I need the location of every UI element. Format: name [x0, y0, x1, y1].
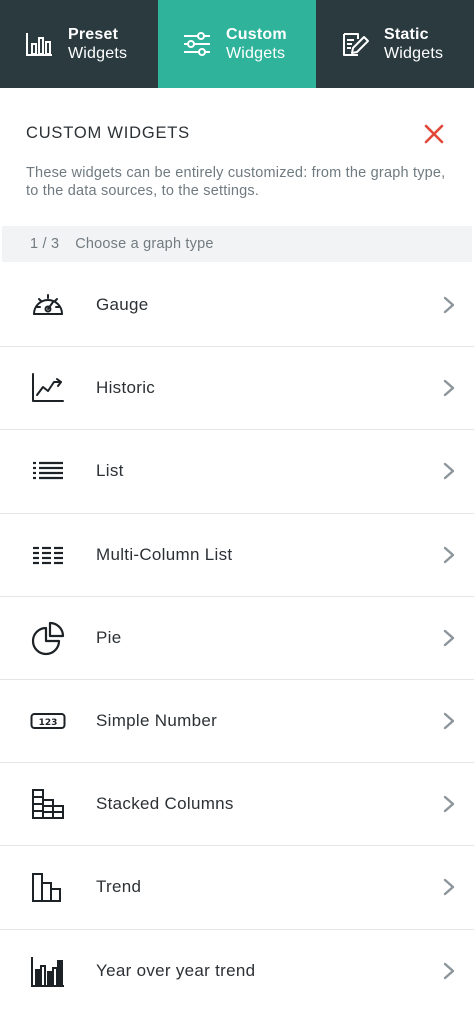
- graph-type-year-over-year-trend[interactable]: Year over year trend: [0, 930, 474, 1013]
- chevron-right-icon: [441, 545, 457, 565]
- tab-custom-label: Custom Widgets: [226, 25, 287, 63]
- widget-type-tabs: Preset Widgets Custom Widgets Static Wid…: [0, 0, 474, 88]
- tab-preset-label: Preset Widgets: [68, 25, 127, 63]
- tab-custom-widgets[interactable]: Custom Widgets: [158, 0, 316, 88]
- graph-type-gauge[interactable]: Gauge: [0, 264, 474, 348]
- chevron-right-icon: [441, 295, 457, 315]
- graph-type-pie[interactable]: Pie: [0, 597, 474, 680]
- chevron-right-icon: [441, 628, 457, 648]
- chevron-right-icon: [441, 961, 457, 981]
- graph-type-label: List: [96, 461, 124, 481]
- tab-preset-widgets[interactable]: Preset Widgets: [0, 0, 158, 88]
- line-chart-icon: [30, 370, 66, 406]
- page-title: CUSTOM WIDGETS: [26, 124, 190, 142]
- pie-chart-icon: [30, 620, 66, 656]
- trend-icon: [30, 869, 66, 905]
- page-description: These widgets can be entirely customized…: [26, 165, 446, 199]
- tab-preset-line2: Widgets: [68, 45, 128, 62]
- tab-static-label: Static Widgets: [384, 25, 443, 63]
- multi-column-list-icon: [30, 537, 66, 573]
- graph-type-label: Historic: [96, 378, 156, 398]
- graph-type-list[interactable]: List: [0, 430, 474, 514]
- edit-note-icon: [340, 29, 370, 59]
- bar-chart-icon: [24, 29, 54, 59]
- stacked-columns-icon: [30, 786, 66, 822]
- chevron-right-icon: [441, 794, 457, 814]
- graph-type-label: Trend: [96, 877, 142, 897]
- graph-type-historic[interactable]: Historic: [0, 347, 474, 431]
- tab-custom-line2: Widgets: [226, 45, 286, 62]
- graph-type-label: Year over year trend: [96, 961, 256, 981]
- chevron-right-icon: [441, 378, 457, 398]
- tab-static-line2: Widgets: [384, 45, 444, 62]
- gauge-icon: [30, 287, 66, 323]
- graph-type-label: Gauge: [96, 295, 149, 315]
- tab-custom-line1: Custom: [226, 26, 287, 43]
- graph-type-label: Multi-Column List: [96, 544, 233, 564]
- close-button[interactable]: [422, 122, 446, 146]
- step-indicator: 1 / 3 Choose a graph type: [2, 226, 472, 262]
- number-icon: 123: [30, 703, 66, 739]
- close-icon: [424, 124, 444, 144]
- graph-type-label: Simple Number: [96, 711, 218, 731]
- tab-preset-line1: Preset: [68, 26, 119, 43]
- graph-type-label: Stacked Columns: [96, 794, 234, 814]
- step-count: 1 / 3: [30, 236, 60, 252]
- year-over-year-icon: [30, 953, 66, 989]
- chevron-right-icon: [441, 711, 457, 731]
- sliders-icon: [182, 29, 212, 59]
- graph-type-simple-number[interactable]: 123 Simple Number: [0, 680, 474, 764]
- chevron-right-icon: [441, 877, 457, 897]
- tab-static-widgets[interactable]: Static Widgets: [316, 0, 474, 88]
- chevron-right-icon: [441, 461, 457, 481]
- graph-type-trend[interactable]: Trend: [0, 846, 474, 930]
- custom-widgets-header: CUSTOM WIDGETS These widgets can be enti…: [0, 88, 474, 224]
- tab-static-line1: Static: [384, 26, 429, 43]
- svg-text:123: 123: [39, 718, 58, 728]
- graph-type-list: Gauge Historic List Multi-Column List Pi…: [0, 264, 474, 1013]
- step-label: Choose a graph type: [75, 236, 214, 252]
- list-icon: [30, 453, 66, 489]
- graph-type-stacked-columns[interactable]: Stacked Columns: [0, 763, 474, 847]
- graph-type-multi-column-list[interactable]: Multi-Column List: [0, 514, 474, 597]
- graph-type-label: Pie: [96, 627, 122, 647]
